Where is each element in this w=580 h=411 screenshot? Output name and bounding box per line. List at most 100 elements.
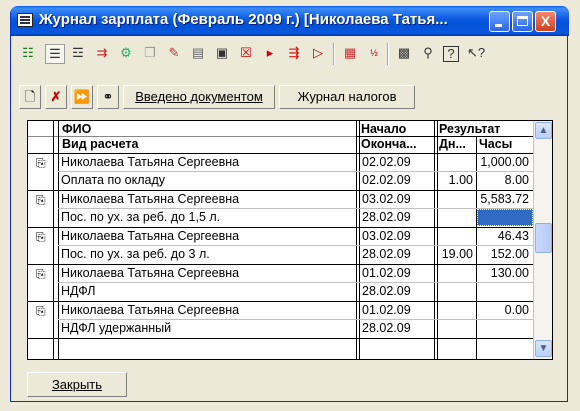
- cell-hours: 152.00: [490, 247, 529, 261]
- document-row-icon: ⎘: [36, 230, 46, 244]
- cell-start: 02.02.09: [362, 155, 411, 169]
- document-icon[interactable]: ▤: [189, 44, 207, 62]
- cell-fio: Николаева Татьяна Сергеевна: [61, 266, 240, 280]
- cell-calc-type: Пос. по ух. за реб. до 3 л.: [61, 247, 210, 261]
- cell-result: 130.00: [490, 266, 529, 280]
- cell-result: 1,000.00: [480, 155, 529, 169]
- edit-icon[interactable]: ✎: [165, 44, 183, 62]
- search-icon[interactable]: ⚲: [419, 44, 437, 62]
- cell-result: 0.00: [504, 303, 529, 317]
- close-button-label: Закрыть: [51, 377, 103, 392]
- toolbar-main: ☷ ☰ ☲ ⇉ ⚙ ❐ ✎ ▤ ▣ ☒ ▸ ⇶ ▷ ▦ ½ ▩ ⚲ ? ↖?: [15, 40, 563, 68]
- cell-fio: Николаева Татьяна Сергеевна: [61, 229, 240, 243]
- scroll-up-button[interactable]: ▲: [535, 122, 552, 139]
- header-result[interactable]: Результат: [439, 122, 529, 136]
- table-row[interactable]: ⎘ Николаева Татьяна Сергеевна НДФЛ удерж…: [28, 302, 533, 339]
- tax-journal-button[interactable]: Журнал налогов: [279, 85, 415, 109]
- title-bar[interactable]: Журнал зарплата (Февраль 2009 г.) [Никол…: [11, 6, 569, 36]
- filter-icon[interactable]: ⇶: [285, 44, 303, 62]
- cell-calc-type: НДФЛ удержанный: [61, 321, 172, 335]
- header-start[interactable]: Начало: [361, 122, 435, 136]
- scroll-thumb[interactable]: [535, 223, 552, 253]
- fast-forward-icon[interactable]: ⏩: [71, 85, 93, 109]
- close-window-button[interactable]: X: [535, 11, 556, 32]
- header-hours[interactable]: Часы: [479, 137, 529, 151]
- cell-result: 46.43: [497, 229, 529, 243]
- detail-view-icon[interactable]: ☰: [45, 44, 65, 64]
- header-calc-type[interactable]: Вид расчета: [62, 137, 362, 151]
- header-divider: [356, 136, 533, 137]
- calculate-icon[interactable]: ⚙: [117, 44, 135, 62]
- toolbar-separator: [387, 43, 389, 65]
- cell-fio: Николаева Татьяна Сергеевна: [61, 192, 240, 206]
- cell-start: 01.02.09: [362, 303, 411, 317]
- cell-start: 01.02.09: [362, 266, 411, 280]
- cell-calc-type: НДФЛ: [61, 284, 96, 298]
- vertical-scrollbar[interactable]: ▲ ▼: [533, 121, 552, 359]
- delete-icon[interactable]: ☒: [237, 44, 255, 62]
- cell-start: 03.02.09: [362, 229, 411, 243]
- row-subdivider: [58, 171, 533, 172]
- entered-by-document-button[interactable]: Введено документом: [123, 85, 275, 109]
- row-subdivider: [58, 245, 533, 246]
- cell-end: 28.02.09: [362, 321, 411, 335]
- window-title: Журнал зарплата (Февраль 2009 г.) [Никол…: [39, 11, 448, 28]
- cell-calc-type: Пос. по ух. за реб. до 1,5 л.: [61, 210, 221, 224]
- close-button[interactable]: Закрыть: [27, 372, 127, 397]
- print-icon[interactable]: ▦: [341, 44, 359, 62]
- row-subdivider: [58, 319, 533, 320]
- document-row-icon: ⎘: [36, 304, 46, 318]
- tax-journal-label: Журнал налогов: [297, 89, 397, 104]
- move-icon[interactable]: ⇉: [93, 44, 111, 62]
- cell-fio: Николаева Татьяна Сергеевна: [61, 303, 240, 317]
- cell-fio: Николаева Татьяна Сергеевна: [61, 155, 240, 169]
- table-row[interactable]: ⎘ Николаева Татьяна Сергеевна Пос. по ух…: [28, 191, 533, 228]
- binoculars-icon[interactable]: ⚭: [97, 85, 119, 109]
- new-doc-icon[interactable]: 🗋: [19, 85, 41, 109]
- cell-hours: 8.00: [504, 173, 529, 187]
- next-icon[interactable]: ▷: [309, 44, 327, 62]
- cell-end: 02.02.09: [362, 173, 411, 187]
- toolbar-secondary: 🗋 ✗ ⏩ ⚭ Введено документом Журнал налого…: [15, 82, 563, 114]
- cell-calc-type: Оплата по окладу: [61, 173, 166, 187]
- cell-start: 03.02.09: [362, 192, 411, 206]
- report-icon[interactable]: ▩: [395, 44, 413, 62]
- numbers-icon[interactable]: ½: [365, 44, 383, 62]
- document-row-icon: ⎘: [36, 193, 46, 207]
- cell-days: 1.00: [448, 173, 473, 187]
- payroll-table[interactable]: ФИО Вид расчета Начало Оконча... Результ…: [27, 120, 553, 360]
- table-row[interactable]: ⎘ Николаева Татьяна Сергеевна Пос. по ух…: [28, 228, 533, 265]
- header-end[interactable]: Оконча...: [361, 137, 435, 151]
- table-header: ФИО Вид расчета Начало Оконча... Результ…: [28, 121, 533, 154]
- toolbar-separator: [333, 43, 335, 65]
- tree-view-icon[interactable]: ☲: [69, 44, 87, 62]
- journal-app-icon[interactable]: [17, 13, 33, 27]
- header-fio[interactable]: ФИО: [62, 122, 362, 136]
- help-icon[interactable]: ?: [443, 46, 459, 62]
- selected-cell[interactable]: [477, 209, 533, 226]
- minimize-button[interactable]: [489, 11, 510, 32]
- maximize-button[interactable]: [512, 11, 533, 32]
- cell-result: 5,583.72: [480, 192, 529, 206]
- cell-end: 28.02.09: [362, 284, 411, 298]
- list-view-icon[interactable]: ☷: [19, 44, 37, 62]
- document-row-icon: ⎘: [36, 267, 46, 281]
- row-divider: [28, 338, 533, 339]
- row-subdivider: [58, 208, 533, 209]
- cell-end: 28.02.09: [362, 247, 411, 261]
- row-subdivider: [58, 282, 533, 283]
- document-row-icon: ⎘: [36, 156, 46, 170]
- table-row[interactable]: ⎘ Николаева Татьяна Сергеевна Оплата по …: [28, 154, 533, 191]
- main-window: Журнал зарплата (Февраль 2009 г.) [Никол…: [10, 6, 569, 402]
- context-help-icon[interactable]: ↖?: [467, 44, 485, 62]
- run-icon[interactable]: ▸: [261, 44, 279, 62]
- open-doc-icon[interactable]: ▣: [213, 44, 231, 62]
- header-divider: [28, 136, 356, 137]
- cell-end: 28.02.09: [362, 210, 411, 224]
- cell-days: 19.00: [441, 247, 473, 261]
- header-days[interactable]: Дн...: [439, 137, 475, 151]
- table-row[interactable]: ⎘ Николаева Татьяна Сергеевна НДФЛ 01.02…: [28, 265, 533, 302]
- delete-row-icon[interactable]: ✗: [45, 85, 67, 109]
- scroll-down-button[interactable]: ▼: [535, 340, 552, 357]
- copy-disabled-icon[interactable]: ❐: [141, 44, 159, 62]
